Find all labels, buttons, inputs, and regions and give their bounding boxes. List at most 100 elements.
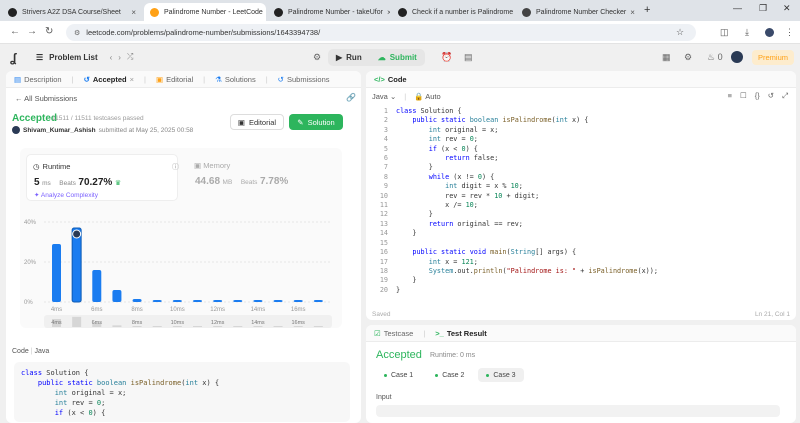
language-select[interactable]: Java ⌄	[372, 92, 396, 101]
code-line[interactable]: public static void main(String[] args) {	[396, 248, 658, 257]
tab-test-result[interactable]: >_ Test Result	[435, 329, 486, 338]
braces-icon[interactable]: {}	[755, 91, 760, 101]
reload-icon[interactable]: ↻	[45, 26, 53, 37]
code-line[interactable]: int original = x;	[396, 126, 658, 135]
menu-kebab-icon[interactable]: ⋮	[785, 27, 794, 38]
tab-code[interactable]: </> Code	[374, 75, 407, 84]
browser-tab[interactable]: Palindrome Number - takeUfor ×	[268, 3, 390, 21]
code-line[interactable]: }	[396, 286, 658, 295]
minimize-icon[interactable]: —	[733, 3, 742, 13]
settings-gear-icon[interactable]: ⚙	[684, 52, 692, 63]
tab-submissions[interactable]: ↺ Submissions	[278, 75, 330, 84]
line-number: 10	[379, 191, 388, 200]
code-line[interactable]: }	[396, 276, 658, 285]
code-line[interactable]: }	[396, 210, 658, 219]
debug-icon[interactable]: ⚙	[313, 52, 321, 63]
browser-tab[interactable]: Strivers A2Z DSA Course/Sheet ×	[2, 3, 142, 21]
run-button[interactable]: ▶ Run	[328, 49, 370, 66]
profile-icon[interactable]	[765, 28, 774, 37]
premium-button[interactable]: Premium	[752, 50, 794, 65]
close-tab-icon[interactable]: ×	[626, 8, 635, 17]
maximize-icon[interactable]: ❐	[759, 3, 767, 14]
code-line[interactable]: x /= 10;	[396, 201, 658, 210]
site-favicon-icon	[274, 7, 283, 17]
all-submissions-link[interactable]: ← All Submissions	[15, 94, 77, 103]
runtime-distribution-chart[interactable]: 40% 20% 0% 4ms 6ms 8ms 10ms 12ms 14ms 16ms 4ms 6ms 8…	[20, 208, 342, 328]
bar	[132, 299, 142, 302]
code-line[interactable]: int digit = x % 10;	[396, 182, 658, 191]
user-avatar[interactable]	[12, 126, 20, 134]
code-line[interactable]: rev = rev * 10 + digit;	[396, 192, 658, 201]
code-editor[interactable]: 1 2 3 4 5 6 7 8 9 10 11 12 13 14 15 16 17 18 19 20 class So…	[366, 105, 796, 303]
code-line[interactable]: return false;	[396, 154, 658, 163]
back-icon[interactable]: ←	[10, 26, 20, 37]
code-line[interactable]: }	[396, 163, 658, 172]
overview-bar	[233, 326, 243, 327]
layout-icon[interactable]: ▦	[662, 52, 671, 63]
close-tab-icon[interactable]: ×	[130, 75, 134, 84]
bar	[71, 227, 82, 303]
tab-testcase[interactable]: ☑ Testcase	[374, 329, 413, 338]
format-icon[interactable]: ≡	[728, 91, 732, 101]
submission-status: Accepted	[12, 113, 58, 124]
close-tab-icon[interactable]: ×	[383, 8, 390, 17]
tab-description[interactable]: ▤ Description	[14, 75, 62, 84]
code-line[interactable]: class Solution {	[396, 107, 658, 116]
bookmark-icon[interactable]: ☐	[740, 91, 747, 101]
next-problem-icon[interactable]: ›	[118, 53, 121, 62]
auto-mode-toggle[interactable]: 🔒 Auto	[414, 92, 440, 101]
memory-title[interactable]: ▣ Memory	[194, 161, 230, 170]
leetcode-logo-icon[interactable]: ʆ	[10, 51, 22, 65]
problem-list-nav[interactable]: ☰ Problem List ‹ › ⤮	[36, 52, 133, 62]
code-line[interactable]: int x = 121;	[396, 258, 658, 267]
shuffle-icon[interactable]: ⤮	[127, 52, 133, 62]
url-input[interactable]: ⚙ leetcode.com/problems/palindrome-number…	[66, 24, 696, 41]
line-number: 5	[383, 144, 388, 153]
new-tab-icon[interactable]: +	[644, 4, 650, 16]
fullscreen-icon[interactable]: ⤢	[782, 91, 788, 101]
bookmark-star-icon[interactable]: ☆	[676, 27, 684, 38]
close-tab-icon[interactable]: ×	[127, 8, 136, 17]
browser-tab[interactable]: Check if a number is Palindrome×	[392, 3, 514, 21]
reset-icon[interactable]: ↺	[768, 91, 774, 101]
alarm-icon[interactable]: ⏰	[441, 52, 452, 63]
notes-icon[interactable]: ▤	[464, 52, 473, 63]
browser-tab[interactable]: Palindrome Number Checker ×	[516, 3, 640, 21]
case-tab-3[interactable]: Case 3	[478, 368, 524, 382]
close-window-icon[interactable]: ✕	[783, 3, 791, 14]
submitted-code-preview[interactable]: class Solution { public static boolean i…	[14, 362, 350, 422]
case-tab-1[interactable]: Case 1	[376, 368, 421, 382]
close-tab-icon[interactable]: ×	[513, 8, 514, 17]
avatar[interactable]	[731, 51, 743, 63]
code-line[interactable]: }	[396, 229, 658, 238]
site-info-icon[interactable]: ⚙	[74, 29, 80, 37]
analyze-complexity-link[interactable]: ✦ Analyze Complexity	[34, 191, 98, 199]
info-icon[interactable]: ⓘ	[172, 162, 179, 172]
streak-fire-icon[interactable]: ♨ 0	[707, 52, 723, 63]
runtime-card[interactable]: ◷ Runtime ⓘ 5 ms Beats 70.27% ♛ ✦ Analyze…	[26, 154, 179, 201]
code-text[interactable]: class Solution { public static boolean i…	[396, 107, 658, 295]
close-tab-icon[interactable]: ×	[263, 8, 266, 17]
line-number: 19	[379, 276, 388, 285]
browser-tab-active[interactable]: Palindrome Number - LeetCode×	[144, 3, 266, 21]
tab-accepted[interactable]: ↺ Accepted ×	[84, 75, 134, 84]
tab-solutions[interactable]: ⚗ Solutions	[215, 75, 256, 84]
username-link[interactable]: Shivam_Kumar_Ashish	[23, 127, 96, 134]
share-link-icon[interactable]: 🔗	[346, 93, 356, 102]
code-line[interactable]	[396, 239, 658, 248]
case-tab-2[interactable]: Case 2	[427, 368, 472, 382]
download-icon[interactable]: ⤓	[745, 27, 749, 38]
code-line[interactable]: int rev = 0;	[396, 135, 658, 144]
code-line[interactable]: System.out.println("Palindrome is: " + i…	[396, 267, 658, 276]
code-line[interactable]: if (x < 0) {	[396, 145, 658, 154]
solution-button[interactable]: ✎ Solution	[289, 114, 343, 130]
editorial-button[interactable]: ▣ Editorial	[230, 114, 284, 130]
prev-problem-icon[interactable]: ‹	[110, 53, 113, 62]
code-line[interactable]: return original == rev;	[396, 220, 658, 229]
code-line[interactable]: public static boolean isPalindrome(int x…	[396, 116, 658, 125]
code-line[interactable]: while (x != 0) {	[396, 173, 658, 182]
tab-editorial[interactable]: ▣ Editorial	[156, 75, 193, 84]
submit-button[interactable]: ☁ Submit	[370, 49, 425, 66]
forward-icon[interactable]: →	[27, 26, 37, 37]
extensions-icon[interactable]: ◫	[720, 27, 729, 38]
